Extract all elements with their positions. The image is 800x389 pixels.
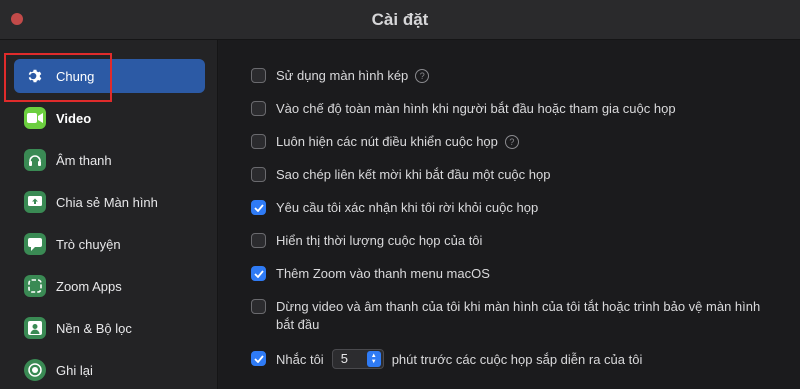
option-label: Sử dụng màn hình kép [276,68,409,83]
option-show-controls[interactable]: Luôn hiện các nút điều khiển cuộc họp? [251,133,519,151]
option-copy-invite-link[interactable]: Sao chép liên kết mời khi bắt đầu một cu… [251,166,550,184]
gear-icon [24,65,46,87]
sidebar-item-recording[interactable]: Ghi lại [14,353,205,387]
option-dual-monitors[interactable]: Sử dụng màn hình kép? [251,67,430,85]
checkbox[interactable] [251,299,266,314]
checkbox[interactable] [251,68,266,83]
help-icon[interactable]: ? [415,68,430,83]
checkmark-icon [253,354,264,363]
chat-bubble-icon [24,233,46,255]
option-fullscreen[interactable]: Vào chế độ toàn màn hình khi người bắt đ… [251,100,676,118]
stepper-arrows-icon[interactable]: ▲ ▼ [366,351,381,367]
reminder-minutes-value: 5 [340,351,348,366]
checkbox[interactable] [251,134,266,149]
checkmark-icon [253,203,264,212]
window-title: Cài đặt [371,9,429,29]
help-icon[interactable]: ? [504,134,519,149]
sidebar-item-video[interactable]: Video [14,101,205,135]
option-meeting-reminder[interactable]: Nhắc tôi 5 ▲ ▼ phút trước các cuộc họp sắp d… [251,349,643,370]
portrait-icon [24,317,46,339]
sidebar-item-label: Video [56,110,92,126]
checkbox-checked[interactable] [251,200,266,215]
settings-content: Sử dụng màn hình kép? Vào chế độ toàn mà… [219,40,800,389]
option-label: Dừng video và âm thanh của tôi khi màn h… [276,299,761,332]
checkbox[interactable] [251,233,266,248]
sidebar-item-label: Zoom Apps [56,278,122,294]
option-stop-video-screensaver[interactable]: Dừng video và âm thanh của tôi khi màn h… [251,298,771,334]
checkbox-checked[interactable] [251,351,266,366]
checkbox-checked[interactable] [251,266,266,281]
option-label: Thêm Zoom vào thanh menu macOS [276,266,490,281]
reminder-suffix: phút trước các cuộc họp sắp diễn ra của … [391,352,643,367]
reminder-prefix: Nhắc tôi [276,352,324,367]
sidebar-item-zoom-apps[interactable]: Zoom Apps [14,269,205,303]
checkbox[interactable] [251,167,266,182]
sidebar-item-label: Âm thanh [56,152,112,168]
settings-sidebar: Chung Video Âm thanh Chia sẻ Màn hình Tr… [0,40,218,389]
option-show-duration[interactable]: Hiển thị thời lượng cuộc họp của tôi [251,232,482,250]
option-menu-bar[interactable]: Thêm Zoom vào thanh menu macOS [251,265,490,283]
checkmark-icon [253,269,264,278]
option-label: Luôn hiện các nút điều khiển cuộc họp [276,134,498,149]
sidebar-item-label: Nền & Bộ lọc [56,320,132,336]
reminder-minutes-stepper[interactable]: 5 ▲ ▼ [331,349,384,369]
option-label: Vào chế độ toàn màn hình khi người bắt đ… [276,101,676,116]
option-label: Yêu cầu tôi xác nhận khi tôi rời khỏi cu… [276,200,539,215]
sidebar-item-chat[interactable]: Trò chuyện [14,227,205,261]
title-bar: Cài đặt [0,0,800,40]
sidebar-item-share-screen[interactable]: Chia sẻ Màn hình [14,185,205,219]
sidebar-item-label: Ghi lại [56,362,93,378]
sidebar-item-audio[interactable]: Âm thanh [14,143,205,177]
apps-icon [24,275,46,297]
sidebar-item-background-filters[interactable]: Nền & Bộ lọc [14,311,205,345]
sidebar-item-general[interactable]: Chung [14,59,205,93]
video-camera-icon [24,107,46,129]
close-window-button[interactable] [11,13,23,25]
sidebar-item-label: Chia sẻ Màn hình [56,194,158,210]
sidebar-item-label: Trò chuyện [56,236,121,252]
checkbox[interactable] [251,101,266,116]
headphones-icon [24,149,46,171]
record-icon [24,359,46,381]
option-label: Hiển thị thời lượng cuộc họp của tôi [276,233,483,248]
option-confirm-leave[interactable]: Yêu cầu tôi xác nhận khi tôi rời khỏi cu… [251,199,538,217]
option-label: Sao chép liên kết mời khi bắt đầu một cu… [276,167,551,182]
share-screen-icon [24,191,46,213]
sidebar-item-label: Chung [56,68,95,84]
